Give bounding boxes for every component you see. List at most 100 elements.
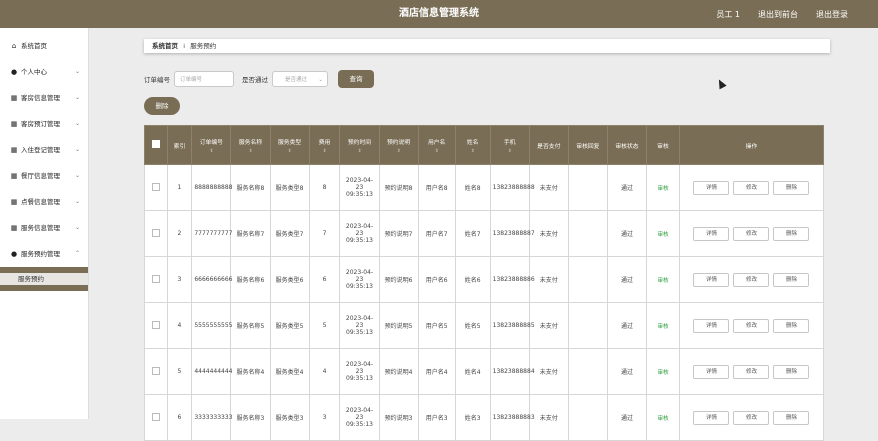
row-checkbox[interactable] xyxy=(151,274,160,283)
cell-index: 4 xyxy=(166,302,193,349)
detail-button[interactable]: 详情 xyxy=(693,226,730,241)
delete-button[interactable]: 删除 xyxy=(773,272,810,287)
delete-button[interactable]: 删除 xyxy=(773,180,810,195)
sort-icon[interactable]: ⇕ xyxy=(380,149,418,154)
column-header[interactable]: 预约说明 ⇕ xyxy=(378,125,419,165)
cell-desc: 预约说明3 xyxy=(378,394,419,441)
logout-link[interactable]: 退出登录 xyxy=(816,9,848,20)
cell-service: 服务名称4 xyxy=(230,348,271,395)
delete-button[interactable]: 删除 xyxy=(773,226,810,241)
current-user[interactable]: 员工 1 xyxy=(716,9,740,20)
sort-icon[interactable]: ⇕ xyxy=(456,149,490,154)
edit-button[interactable]: 修改 xyxy=(733,410,770,425)
cell-reply xyxy=(567,302,608,349)
cell-audit: 审核 xyxy=(646,348,680,395)
pin-icon: ● xyxy=(10,250,18,258)
sidebar-subitem-service-booking[interactable]: 服务预约 xyxy=(0,273,88,285)
column-header[interactable]: 用户名 ⇕ xyxy=(417,125,456,165)
cell-status: 通过 xyxy=(606,164,648,211)
column-header[interactable]: 姓名 ⇕ xyxy=(454,125,491,165)
sidebar-item-room-info[interactable]: ▦ 客房信息管理 ⌄ xyxy=(0,85,88,111)
back-to-frontend-link[interactable]: 退出到前台 xyxy=(758,9,798,20)
sidebar-item-service-booking[interactable]: ● 服务预约管理 ⌃ xyxy=(0,241,88,267)
chevron-down-icon: ⌄ xyxy=(74,120,80,127)
cell-phone: 13823888888 xyxy=(489,164,535,211)
sidebar-item-service-info[interactable]: ▦ 服务信息管理 ⌄ xyxy=(0,215,88,241)
audit-link[interactable]: 审核 xyxy=(657,324,668,330)
row-checkbox[interactable] xyxy=(151,320,160,329)
sidebar-item-restaurant[interactable]: ▦ 餐厅信息管理 ⌄ xyxy=(0,163,88,189)
sidebar-item-check-in[interactable]: ▦ 入住登记管理 ⌄ xyxy=(0,137,88,163)
column-header[interactable]: 订单编号 ⇕ xyxy=(191,125,232,165)
query-button[interactable]: 查询 xyxy=(338,70,374,88)
cell-time: 2023-04-23 09:35:13 xyxy=(339,348,380,395)
cell-reply xyxy=(567,394,608,441)
sort-icon[interactable]: ⇕ xyxy=(231,149,269,154)
cell-desc: 预约说明7 xyxy=(378,210,419,257)
cell-service: 服务名称3 xyxy=(230,394,271,441)
detail-button[interactable]: 详情 xyxy=(693,364,730,379)
sort-icon[interactable]: ⇕ xyxy=(271,149,309,154)
detail-button[interactable]: 详情 xyxy=(693,318,730,333)
sort-icon[interactable]: ⇕ xyxy=(310,149,340,154)
row-checkbox[interactable] xyxy=(151,366,160,375)
edit-button[interactable]: 修改 xyxy=(733,364,770,379)
column-header: 操作 xyxy=(678,125,825,165)
sort-icon[interactable]: ⇕ xyxy=(192,149,230,154)
table-row: 5 4444444444 服务名称4 服务类型4 4 2023-04-23 09… xyxy=(144,348,825,395)
sidebar-item-label: 服务信息管理 xyxy=(21,224,60,232)
cell-phone: 13823888883 xyxy=(489,394,535,441)
audit-link[interactable]: 审核 xyxy=(657,278,668,284)
delete-button[interactable]: 删除 xyxy=(773,410,810,425)
row-checkbox[interactable] xyxy=(151,228,160,237)
detail-button[interactable]: 详情 xyxy=(693,410,730,425)
delete-button[interactable]: 删除 xyxy=(773,318,810,333)
select-all-checkbox[interactable] xyxy=(151,140,160,148)
sidebar-item-label: 系统首页 xyxy=(21,42,47,50)
audit-link[interactable]: 审核 xyxy=(657,370,668,376)
cell-order: 5555555555 xyxy=(191,302,233,349)
detail-button[interactable]: 详情 xyxy=(693,180,730,195)
cell-fee: 3 xyxy=(308,394,341,441)
cell-desc: 预约说明6 xyxy=(378,256,419,303)
sidebar-item-personal-center[interactable]: ● 个人中心 ⌄ xyxy=(0,59,88,85)
cell-fee: 4 xyxy=(308,348,341,395)
cell-order: 7777777777 xyxy=(191,210,233,257)
grid-icon: ▦ xyxy=(10,224,18,232)
sidebar-item-label: 服务预约管理 xyxy=(21,250,60,258)
sidebar-item-ordering[interactable]: ▦ 点餐信息管理 ⌄ xyxy=(0,189,88,215)
delete-button[interactable]: 删除 xyxy=(773,364,810,379)
sidebar-item-room-booking[interactable]: ▦ 客房预订管理 ⌄ xyxy=(0,111,88,137)
column-header[interactable]: 手机 ⇕ xyxy=(489,125,530,165)
batch-delete-button[interactable]: 删除 xyxy=(144,97,180,115)
sort-icon[interactable]: ⇕ xyxy=(491,149,529,154)
column-header[interactable]: 预约时间 ⇕ xyxy=(339,125,380,165)
cell-desc: 预约说明5 xyxy=(378,302,419,349)
sort-icon[interactable]: ⇕ xyxy=(419,149,455,154)
row-checkbox[interactable] xyxy=(151,412,160,421)
audit-link[interactable]: 审核 xyxy=(657,186,668,192)
sort-icon[interactable]: ⇕ xyxy=(340,149,378,154)
breadcrumb-home[interactable]: 系统首页 xyxy=(152,42,178,50)
table-row: 1 8888888888 服务名称8 服务类型8 8 2023-04-23 09… xyxy=(144,164,825,211)
detail-button[interactable]: 详情 xyxy=(693,272,730,287)
sidebar-item-home[interactable]: ⌂ 系统首页 xyxy=(0,33,88,59)
cell-actions: 详情 修改 删除 xyxy=(678,164,825,211)
edit-button[interactable]: 修改 xyxy=(733,272,770,287)
edit-button[interactable]: 修改 xyxy=(733,226,770,241)
cell-index: 3 xyxy=(166,256,193,303)
cell-actions: 详情 修改 删除 xyxy=(678,394,825,441)
column-header[interactable]: 服务类型 ⇕ xyxy=(269,125,310,165)
row-checkbox[interactable] xyxy=(151,182,160,191)
column-header[interactable]: 服务名称 ⇕ xyxy=(230,125,271,165)
cell-audit: 审核 xyxy=(646,164,680,211)
edit-button[interactable]: 修改 xyxy=(733,180,770,195)
pass-select[interactable]: 是否通过 ⌄ xyxy=(272,71,328,87)
order-number-input[interactable]: 订单编号 xyxy=(174,71,234,87)
audit-link[interactable]: 审核 xyxy=(657,232,668,238)
chevron-down-icon: ⌄ xyxy=(74,198,80,205)
edit-button[interactable]: 修改 xyxy=(733,318,770,333)
cell-reply xyxy=(567,210,608,257)
column-header[interactable]: 费用 ⇕ xyxy=(308,125,341,165)
cell-status: 通过 xyxy=(606,394,648,441)
